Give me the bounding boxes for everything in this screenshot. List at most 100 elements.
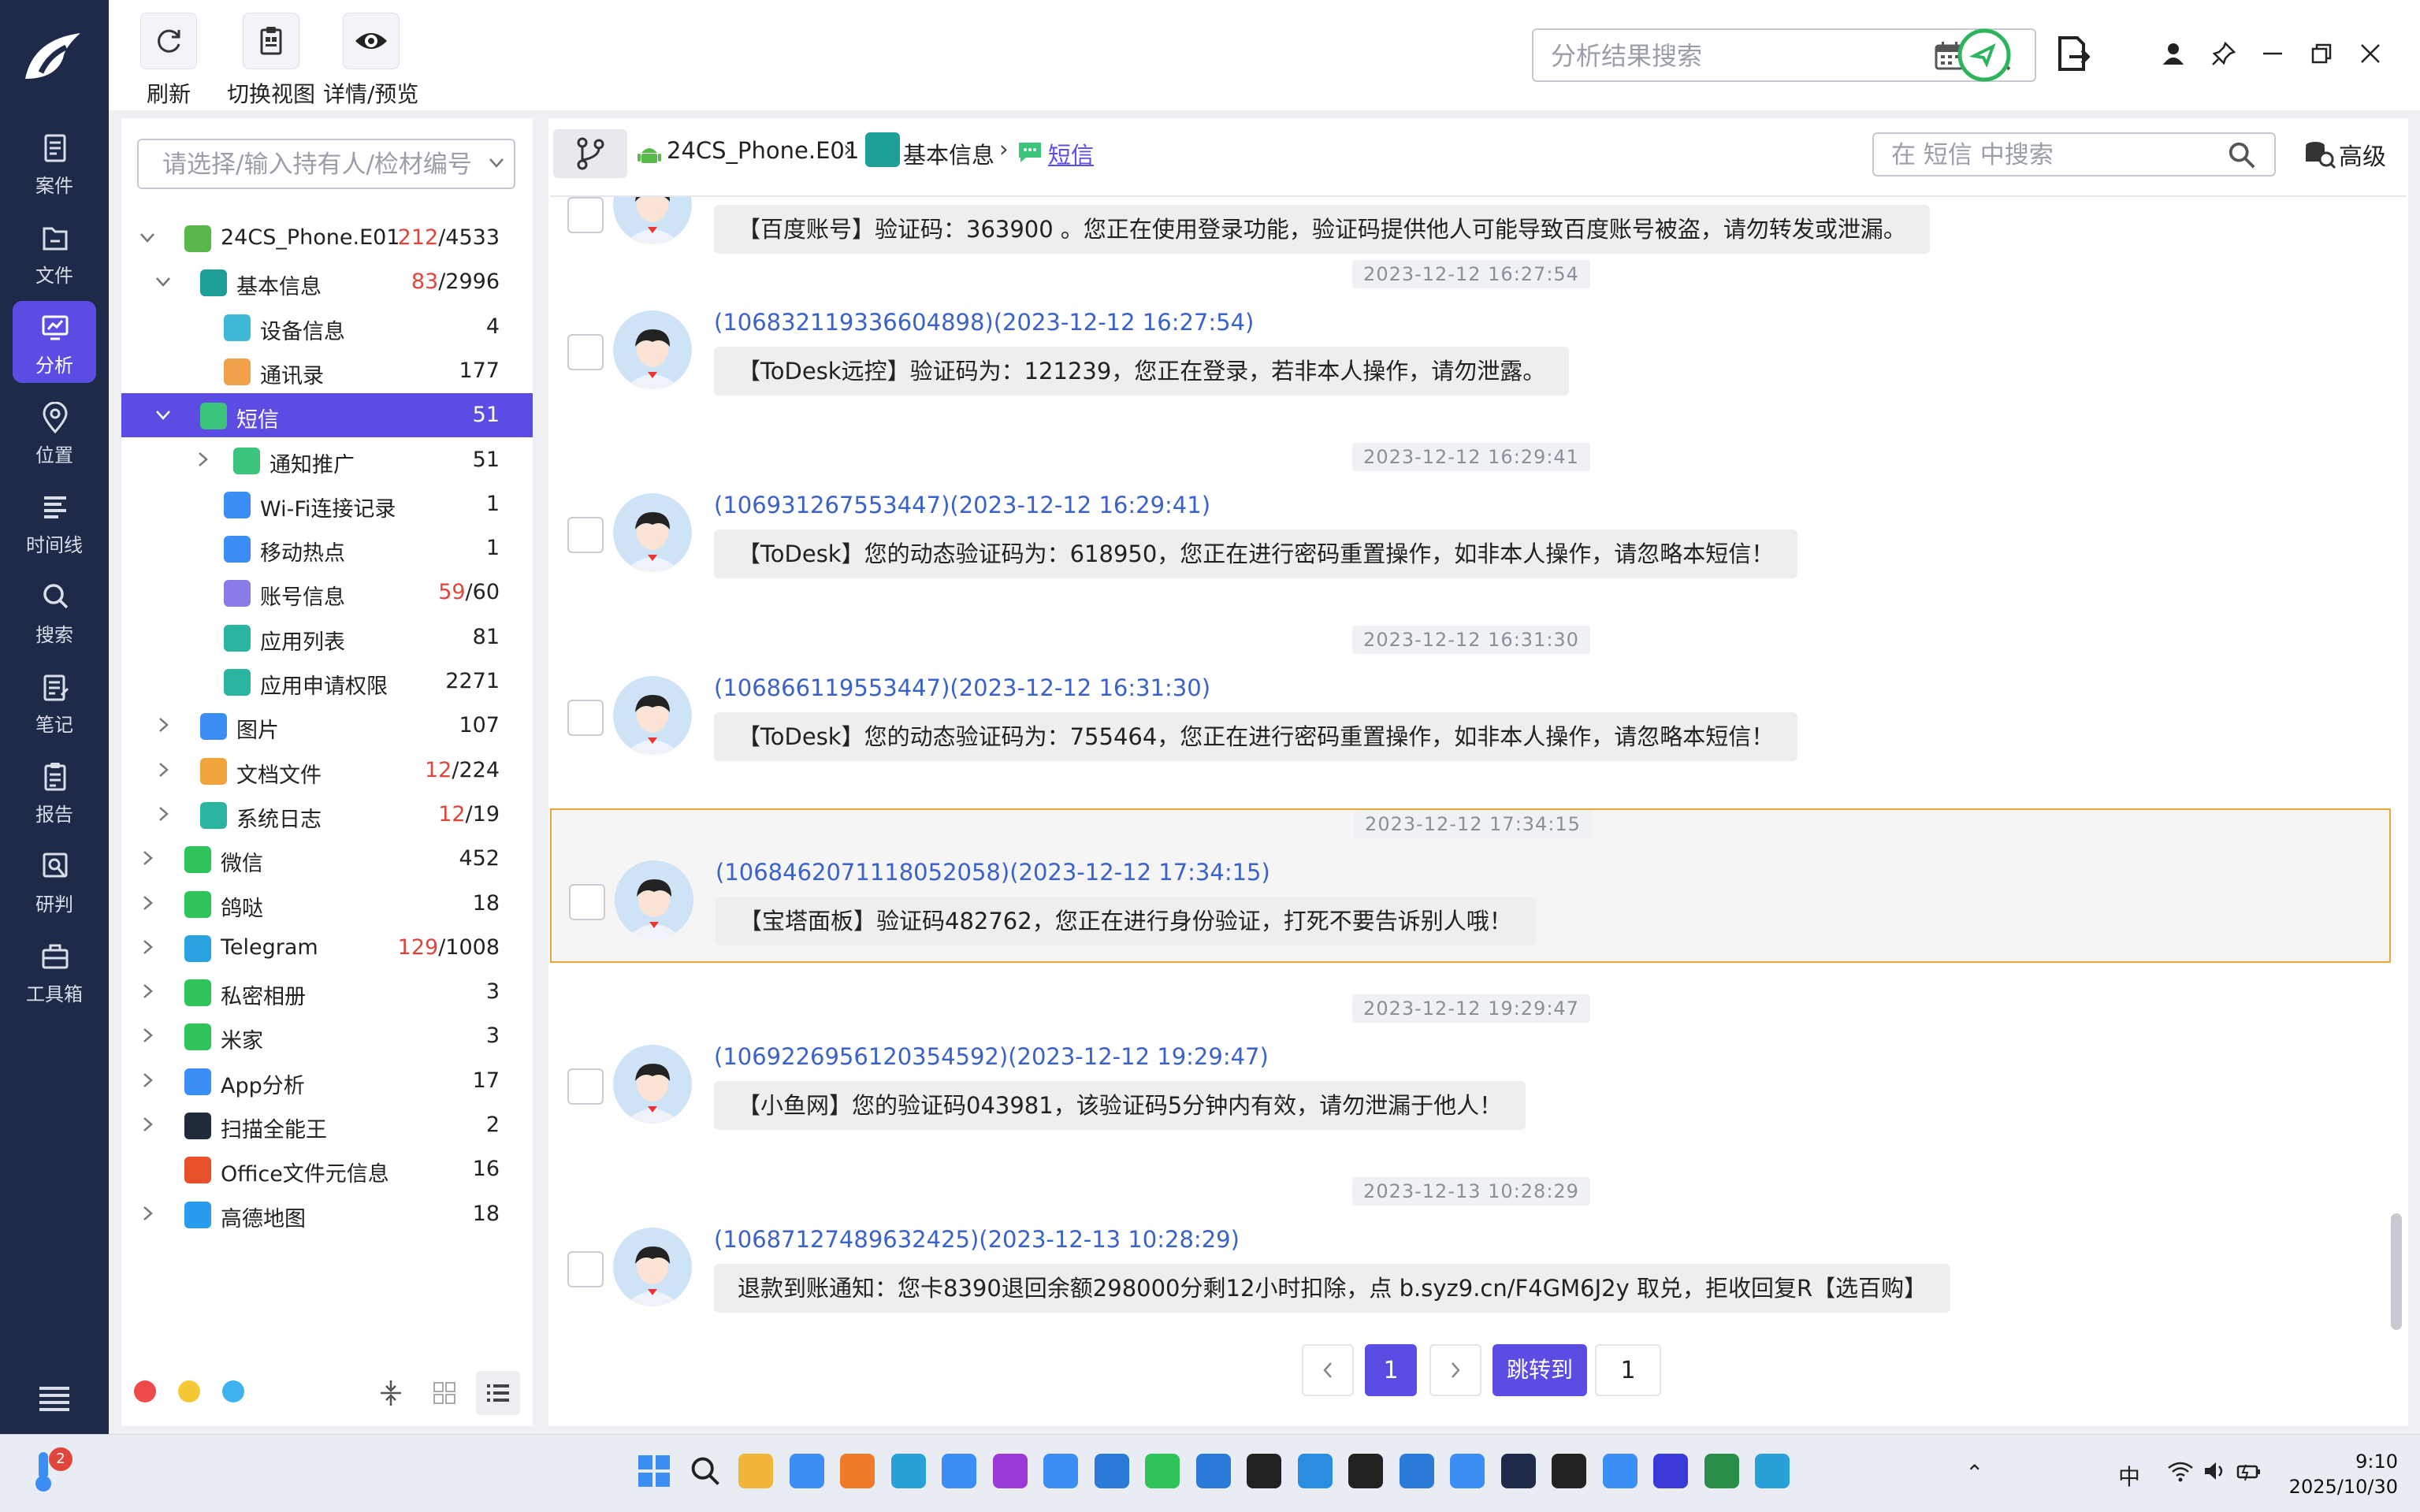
sms-message[interactable]: 2023-12-12 16:29:41 (106931267553447)(202… [550,443,2407,616]
sender-link[interactable]: (10687127489632425)(2023-12-13 10:28:29) [714,1226,1240,1253]
minimize-button[interactable] [2251,32,2295,76]
taskbar-excel-icon[interactable] [1704,1454,1739,1488]
sms-message[interactable]: 2023-12-12 16:27:54 (106832119336604898)(… [550,260,2407,433]
jump-page-input[interactable]: 1 [1595,1344,1661,1396]
sender-link[interactable]: (106866119553447)(2023-12-12 16:31:30) [714,674,1210,701]
sender-link[interactable]: (106931267553447)(2023-12-12 16:29:41) [714,492,1210,518]
chevron-down-icon[interactable] [154,273,172,290]
advanced-label[interactable]: 高级 [2339,137,2386,172]
chevron-down-icon[interactable] [154,406,172,423]
user-button[interactable] [2151,32,2195,76]
taskbar-camera-icon[interactable] [1552,1454,1586,1488]
chevron-right-icon[interactable] [194,451,211,468]
nav-item-5[interactable]: 搜索 [13,570,96,652]
taskbar-text-editor-icon[interactable] [1247,1454,1281,1488]
analysis-search-input[interactable] [1551,39,1929,72]
nav-item-4[interactable]: 时间线 [13,481,96,563]
taskbar-file-explorer-icon[interactable] [738,1454,773,1488]
sms-message[interactable]: 2023-12-12 17:34:15 (1068462071118052058)… [550,808,2391,963]
branch-button[interactable] [553,129,627,178]
tree-item[interactable]: 系统日志 12/19 [121,793,533,837]
export-button[interactable] [2050,32,2095,76]
ime-indicator[interactable]: 中 [2118,1460,2140,1492]
status-badge-button[interactable] [1956,27,2013,84]
menu-icon[interactable] [36,1384,72,1412]
tree-item[interactable]: 通知推广 51 [121,438,533,482]
tree-item[interactable]: 高德地图 18 [121,1192,533,1236]
tree-item[interactable]: 应用申请权限 2271 [121,659,533,704]
detail-preview-button[interactable]: 详情/预览 [323,13,418,109]
taskbar-start-icon[interactable] [637,1454,671,1488]
message-checkbox[interactable] [567,334,604,370]
tree-item[interactable]: 通讯录 177 [121,349,533,393]
tree-item[interactable]: 基本信息 83/2996 [121,260,533,304]
nav-item-3[interactable]: 位置 [13,391,96,473]
taskbar-store-icon[interactable] [789,1454,824,1488]
nav-item-9[interactable]: 工具箱 [13,930,96,1012]
message-checkbox[interactable] [567,1251,604,1287]
tree-item[interactable]: Telegram 129/1008 [121,926,533,970]
breadcrumb-device[interactable]: 24CS_Phone.E01 [667,137,859,164]
pin-button[interactable] [2202,32,2246,76]
tree-item[interactable]: 扫描全能王 2 [121,1103,533,1147]
tree-item[interactable]: 短信 51 [121,393,533,438]
tree-item[interactable]: 应用列表 81 [121,615,533,659]
holder-select-input[interactable] [162,150,478,180]
nav-item-7[interactable]: 报告 [13,750,96,832]
nav-item-8[interactable]: 研判 [13,840,96,922]
tree-item[interactable]: 图片 107 [121,704,533,748]
page-number-button[interactable]: 1 [1365,1344,1417,1396]
taskbar-vpn-icon[interactable] [1755,1454,1790,1488]
chevron-right-icon[interactable] [154,761,172,778]
nav-item-1[interactable]: 文件 [13,211,96,293]
taskbar-chatgpt-icon[interactable] [1348,1454,1383,1488]
message-checkbox[interactable] [567,517,604,553]
taskbar-forensics-app-icon[interactable] [1500,1454,1536,1488]
chevron-right-icon[interactable] [154,805,172,823]
nav-item-6[interactable]: 笔记 [13,660,96,742]
list-view-button[interactable] [476,1371,520,1415]
volume-icon[interactable] [2203,1460,2227,1482]
taskbar-terminal-icon[interactable] [1145,1454,1180,1488]
breadcrumb-current[interactable]: 短信 [1048,137,1094,170]
taskbar-app-icon[interactable] [1043,1454,1078,1488]
sms-message[interactable]: 2023-12-13 10:28:29 (10687127489632425)(2… [550,1177,2407,1350]
taskbar-tool-icon[interactable] [1602,1454,1637,1488]
wifi-icon[interactable] [2167,1460,2194,1482]
collapse-all-button[interactable] [369,1371,413,1415]
message-checkbox[interactable] [567,1068,604,1105]
sms-message[interactable]: 【百度账号】验证码：363900 。您正在使用登录功能，验证码提供他人可能导致百… [550,197,2407,260]
sender-link[interactable]: (106832119336604898)(2023-12-12 16:27:54… [714,309,1254,336]
taskbar-search-icon[interactable] [688,1454,723,1488]
message-scrollbar[interactable] [2391,1213,2402,1330]
breadcrumb-category[interactable]: 基本信息 [903,137,994,170]
chevron-right-icon[interactable] [139,894,156,912]
chevron-right-icon[interactable] [139,1116,156,1133]
tree-item[interactable]: Office文件元信息 16 [121,1147,533,1191]
battery-icon[interactable] [2236,1458,2262,1484]
tree-item[interactable]: 设备信息 4 [121,305,533,349]
jump-to-button[interactable]: 跳转到 [1493,1344,1588,1396]
tree-item[interactable]: 私密相册 3 [121,970,533,1014]
tree-item[interactable]: 米家 3 [121,1014,533,1058]
tree-item[interactable]: 账号信息 59/60 [121,570,533,615]
chevron-right-icon[interactable] [139,849,156,867]
red-filter-dot[interactable] [134,1380,156,1402]
taskbar-hex-editor-icon[interactable] [992,1454,1028,1488]
advanced-search-icon[interactable] [2304,140,2336,169]
tree-item[interactable]: Wi-Fi连接记录 1 [121,482,533,526]
taskbar-firefox-icon[interactable] [840,1454,875,1488]
taskbar-edge-dev-icon[interactable] [1399,1454,1434,1488]
chevron-right-icon[interactable] [139,983,156,1000]
tree-item[interactable]: 微信 452 [121,837,533,881]
clock[interactable]: 9:10 2025/10/30 [2289,1449,2398,1499]
tree-item[interactable]: 文档文件 12/224 [121,749,533,793]
grid-view-button[interactable] [422,1371,467,1415]
chevron-down-icon[interactable] [139,228,156,246]
chevron-right-icon[interactable] [139,1205,156,1222]
sms-message[interactable]: 2023-12-12 16:31:30 (106866119553447)(202… [550,626,2407,799]
next-page-button[interactable] [1429,1344,1481,1396]
tree-item[interactable]: 鸽哒 18 [121,882,533,926]
sms-message[interactable]: 2023-12-12 19:29:47 (1069226956120354592)… [550,994,2407,1168]
taskbar-shortcut-icon[interactable] [1195,1454,1231,1488]
